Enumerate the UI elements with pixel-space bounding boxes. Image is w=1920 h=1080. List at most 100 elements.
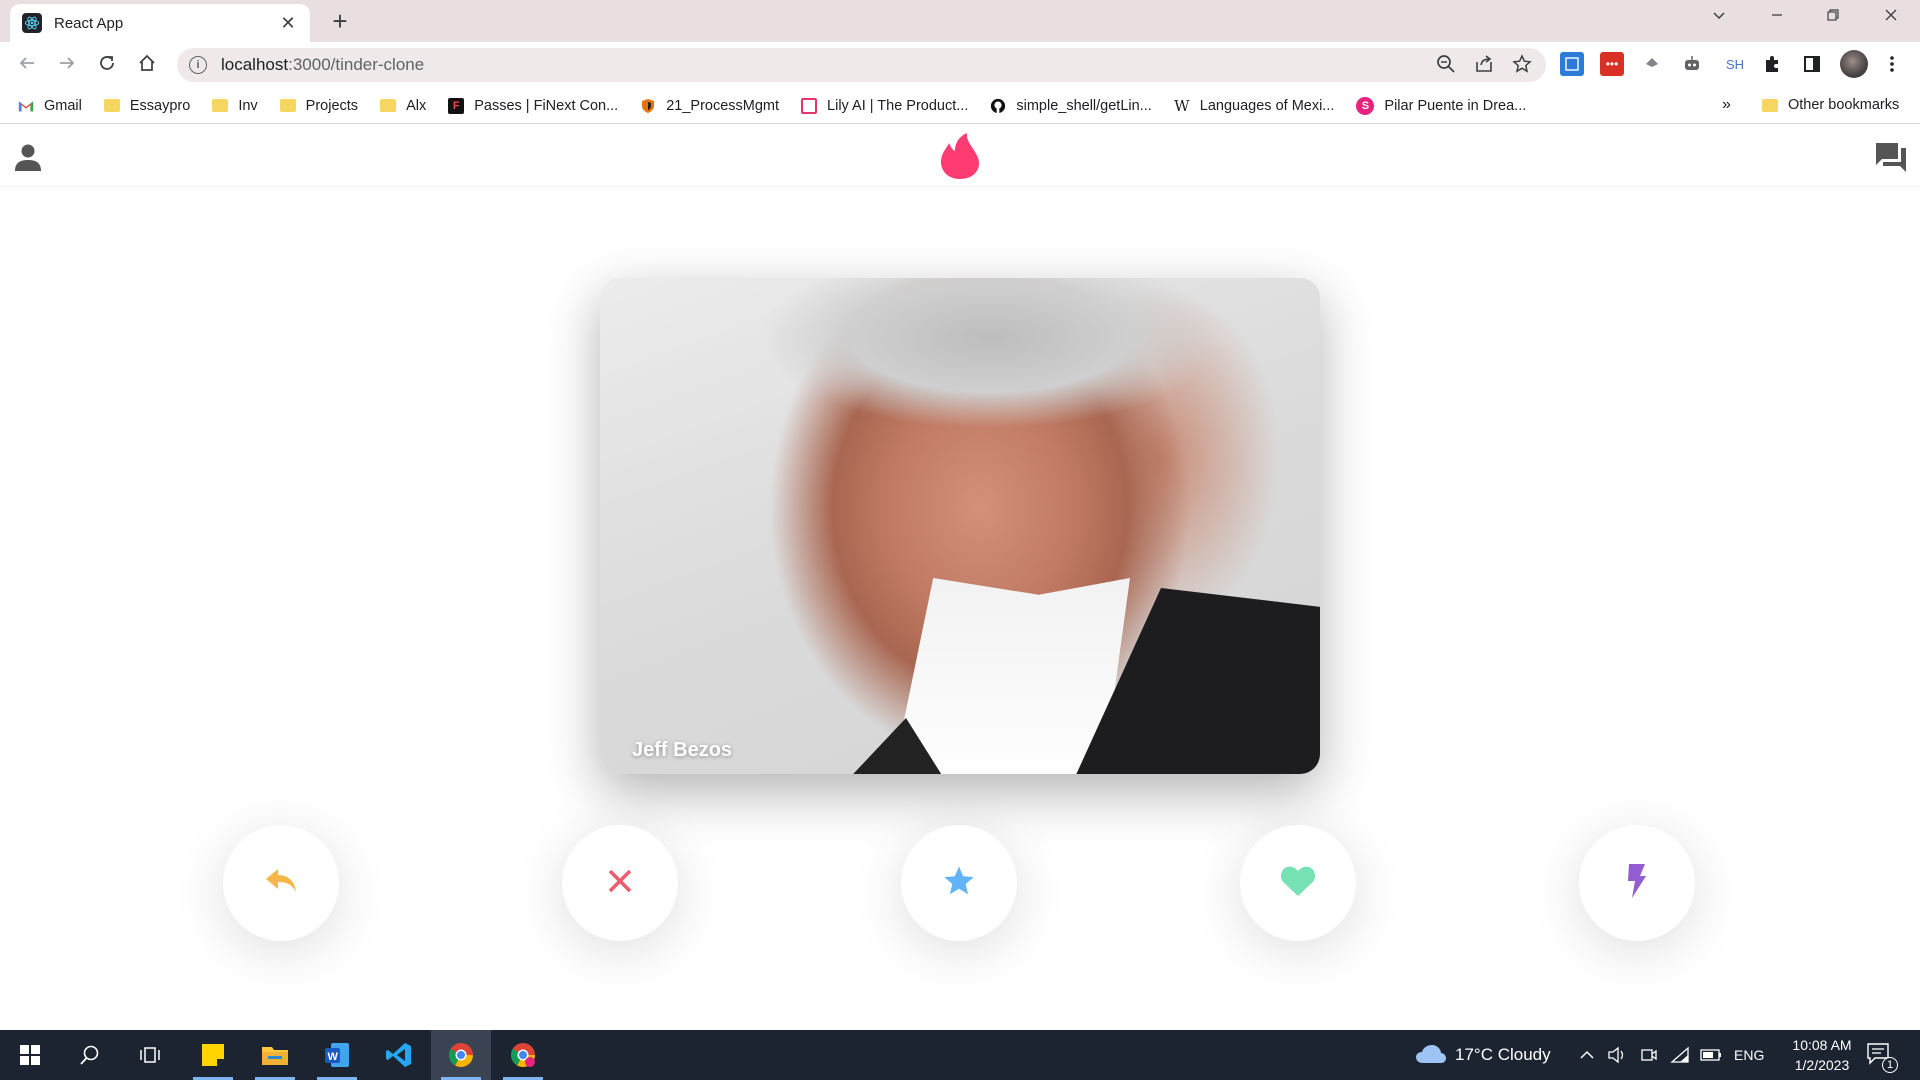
bookmark-label: Languages of Mexi... <box>1199 97 1335 114</box>
address-bar[interactable]: i localhost:3000/tinder-clone <box>177 48 1546 82</box>
bookmark-label: Lily AI | The Product... <box>827 97 969 114</box>
kebab-menu-icon[interactable] <box>1880 52 1904 76</box>
tab-close-icon[interactable]: ✕ <box>278 13 298 34</box>
zoom-icon[interactable] <box>1436 54 1456 79</box>
profile-avatar[interactable] <box>1840 50 1868 78</box>
lily-icon <box>801 97 818 114</box>
clock-time: 10:08 AM <box>1792 1037 1852 1053</box>
meet-now-icon[interactable] <box>1640 1030 1658 1080</box>
bookmark-inv[interactable]: Inv <box>212 97 258 114</box>
bookmark-star-icon[interactable] <box>1512 54 1532 79</box>
bookmark-label: Alx <box>406 97 427 114</box>
notification-center-button[interactable]: 1 <box>1866 1030 1898 1080</box>
windows-start-button[interactable] <box>0 1030 60 1080</box>
back-button[interactable] <box>12 48 42 78</box>
bookmark-projects[interactable]: Projects <box>279 97 359 114</box>
weather-widget[interactable]: 17°C Cloudy <box>1415 1030 1551 1080</box>
site-info-icon[interactable]: i <box>189 56 207 74</box>
bookmarks-bar: Gmail Essaypro Inv Projects Alx F Passes… <box>0 88 1920 124</box>
forum-icon[interactable] <box>1874 141 1908 178</box>
bookmark-label: 21_ProcessMgmt <box>666 97 780 114</box>
chrome-icon[interactable] <box>431 1030 491 1080</box>
reload-button[interactable] <box>92 48 122 78</box>
bookmark-processmgmt[interactable]: 21_ProcessMgmt <box>640 98 779 114</box>
home-button[interactable] <box>132 48 162 78</box>
bookmark-languages[interactable]: W Languages of Mexi... <box>1174 97 1335 115</box>
s-circle-icon: S <box>1356 96 1375 115</box>
extensions-puzzle-icon[interactable] <box>1760 52 1784 76</box>
profile-card[interactable]: Jeff Bezos <box>600 278 1320 774</box>
close-window-button[interactable] <box>1876 6 1906 27</box>
side-panel-icon[interactable] <box>1800 52 1824 76</box>
battery-icon[interactable] <box>1700 1030 1722 1080</box>
profile-name: Jeff Bezos <box>632 739 733 761</box>
flash-icon <box>1626 863 1648 904</box>
nope-button[interactable] <box>562 825 678 941</box>
chrome-profile-icon[interactable] <box>493 1030 553 1080</box>
browser-tabstrip: React App ✕ + <box>0 0 1920 42</box>
bookmarks-overflow-button[interactable]: » <box>1722 96 1731 114</box>
file-explorer-icon[interactable] <box>245 1030 305 1080</box>
folder-icon <box>1762 97 1778 113</box>
vscode-icon[interactable] <box>369 1030 429 1080</box>
tab-search-icon[interactable] <box>1704 6 1734 27</box>
person-icon[interactable] <box>13 142 43 177</box>
bookmark-pilar-puente[interactable]: S Pilar Puente in Drea... <box>1356 96 1527 115</box>
show-hidden-icons-button[interactable] <box>1580 1030 1594 1080</box>
url-path: :3000/tinder-clone <box>288 55 425 74</box>
task-view-icon[interactable] <box>120 1030 180 1080</box>
system-clock[interactable]: 10:08 AM 1/2/2023 <box>1772 1035 1872 1075</box>
bookmark-gmail[interactable]: Gmail <box>18 98 82 114</box>
word-icon[interactable]: W <box>307 1030 367 1080</box>
robot-extension-icon[interactable] <box>1680 52 1704 76</box>
bookmark-label: Pilar Puente in Drea... <box>1384 97 1527 114</box>
share-icon[interactable] <box>1474 54 1494 79</box>
gmail-icon <box>18 98 34 114</box>
minimize-button[interactable] <box>1762 6 1792 27</box>
password-extension-icon[interactable]: ••• <box>1600 52 1624 76</box>
sticky-notes-icon[interactable] <box>183 1030 243 1080</box>
windows-taskbar: W 17°C Cloudy ENG 10:08 AM 1/2/2023 1 <box>0 1030 1920 1080</box>
language-indicator[interactable]: ENG <box>1734 1030 1764 1080</box>
volume-icon[interactable] <box>1607 1030 1627 1080</box>
bookmark-finext[interactable]: F Passes | FiNext Con... <box>448 97 619 114</box>
star-icon <box>943 865 975 902</box>
replay-button[interactable] <box>223 825 339 941</box>
bookmark-label: Projects <box>305 97 359 114</box>
translate-extension-icon[interactable] <box>1560 52 1584 76</box>
boost-button[interactable] <box>1579 825 1695 941</box>
wifi-icon[interactable] <box>1670 1030 1690 1080</box>
app-header <box>0 125 1920 187</box>
folder-icon <box>380 98 397 114</box>
notification-count-badge: 1 <box>1882 1057 1898 1073</box>
url-host: localhost <box>221 55 289 74</box>
super-like-button[interactable] <box>901 825 1017 941</box>
clock-date: 1/2/2023 <box>1794 1057 1850 1073</box>
bookmark-alx[interactable]: Alx <box>380 98 426 114</box>
search-icon[interactable] <box>60 1030 120 1080</box>
close-icon <box>607 868 633 899</box>
other-bookmarks[interactable]: Other bookmarks <box>1762 97 1899 113</box>
bookmark-essaypro[interactable]: Essaypro <box>103 98 190 114</box>
folder-icon <box>103 98 120 114</box>
bookmark-label: Inv <box>238 97 258 114</box>
new-tab-button[interactable]: + <box>326 8 354 34</box>
sh-extension-icon[interactable]: SH <box>1720 52 1750 76</box>
finext-icon: F <box>448 97 465 114</box>
puzzle-ext-icon[interactable] <box>1640 52 1664 76</box>
like-button[interactable] <box>1240 825 1356 941</box>
bookmark-label: Passes | FiNext Con... <box>474 97 619 114</box>
restore-button[interactable] <box>1818 6 1848 27</box>
cloud-icon <box>1415 1044 1447 1067</box>
tinder-clone-app: Jeff Bezos <box>0 125 1920 1030</box>
tab-react-app[interactable]: React App ✕ <box>10 4 310 42</box>
tab-title: React App <box>54 14 124 32</box>
folder-icon <box>212 98 229 114</box>
svg-text:W: W <box>328 1051 339 1063</box>
react-icon <box>22 13 42 33</box>
flame-icon[interactable] <box>939 132 981 185</box>
folder-icon <box>279 98 296 114</box>
bookmark-simple-shell[interactable]: simple_shell/getLin... <box>990 98 1152 114</box>
forward-button[interactable] <box>52 48 82 78</box>
bookmark-lily-ai[interactable]: Lily AI | The Product... <box>801 97 969 114</box>
